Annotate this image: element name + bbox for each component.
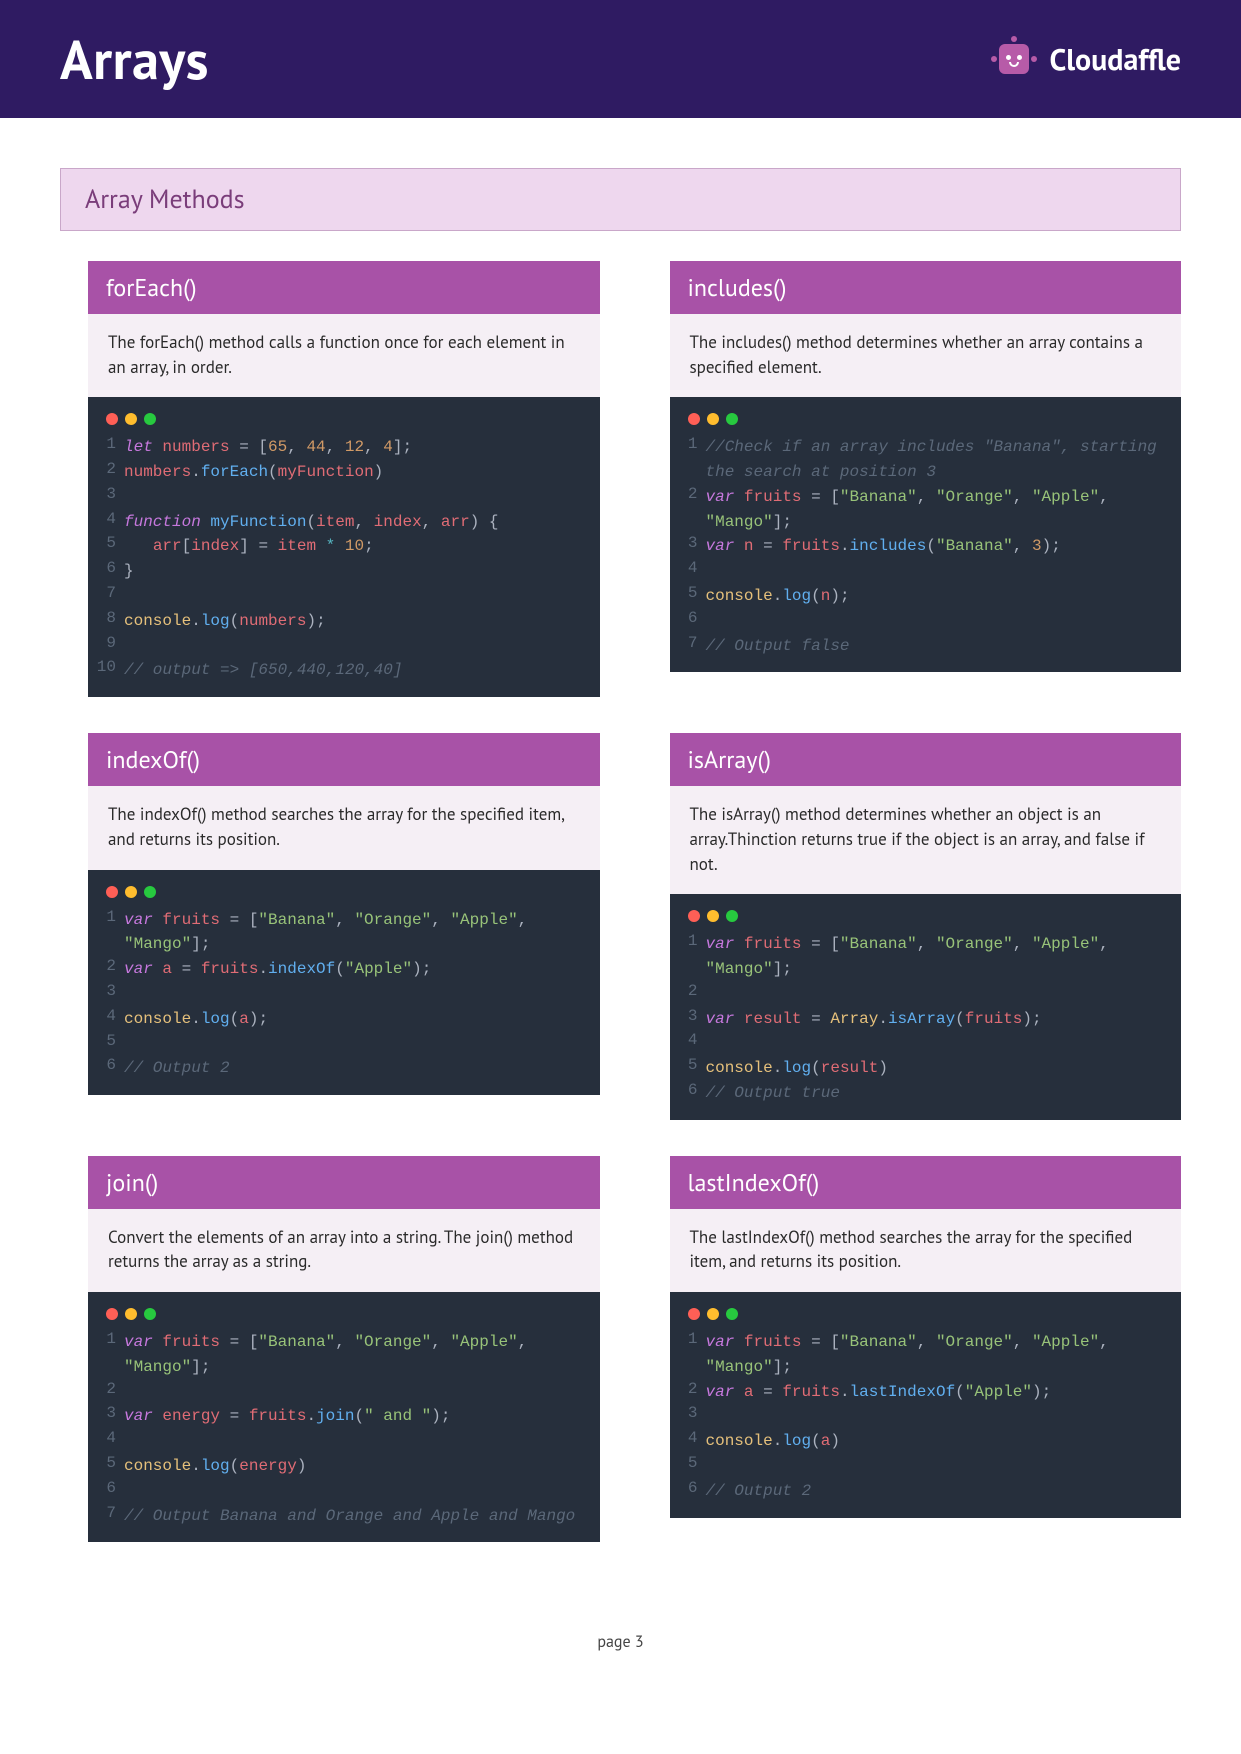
code-block: 1var fruits = ["Banana", "Orange", "Appl… (88, 1292, 600, 1542)
code-line: 1var fruits = ["Banana", "Orange", "Appl… (88, 908, 600, 958)
code-line: 1var fruits = ["Banana", "Orange", "Appl… (670, 932, 1182, 982)
code-block: 1let numbers = [65, 44, 12, 4];2numbers.… (88, 397, 600, 697)
code-line: 7 (88, 584, 600, 609)
code-line: 6} (88, 559, 600, 584)
window-controls-icon (670, 906, 1182, 932)
code-line: 4console.log(a) (670, 1429, 1182, 1454)
code-line: 8console.log(numbers); (88, 609, 600, 634)
code-line: 7// Output Banana and Orange and Apple a… (88, 1504, 600, 1529)
code-block: 1var fruits = ["Banana", "Orange", "Appl… (88, 870, 600, 1096)
code-line: 1//Check if an array includes "Banana", … (670, 435, 1182, 485)
window-controls-icon (670, 1304, 1182, 1330)
code-line: 2var a = fruits.indexOf("Apple"); (88, 957, 600, 982)
page-body: Array Methods forEach()The forEach() met… (0, 118, 1241, 1612)
card-title: lastIndexOf() (670, 1156, 1182, 1209)
code-line: 6// Output true (670, 1081, 1182, 1106)
code-line: 2 (670, 982, 1182, 1007)
code-line: 3 (88, 485, 600, 510)
code-line: 4 (670, 1031, 1182, 1056)
code-line: 3var n = fruits.includes("Banana", 3); (670, 534, 1182, 559)
code-line: 6// Output 2 (670, 1479, 1182, 1504)
code-line: 1let numbers = [65, 44, 12, 4]; (88, 435, 600, 460)
code-line: 3 (670, 1404, 1182, 1429)
method-card: isArray()The isArray() method determines… (670, 733, 1182, 1120)
code-block: 1//Check if an array includes "Banana", … (670, 397, 1182, 672)
section-title: Array Methods (60, 168, 1181, 231)
card-title: includes() (670, 261, 1182, 314)
card-description: The lastIndexOf() method searches the ar… (670, 1209, 1182, 1292)
code-line: 3 (88, 982, 600, 1007)
code-line: 5console.log(result) (670, 1056, 1182, 1081)
window-controls-icon (88, 409, 600, 435)
code-line: 2var fruits = ["Banana", "Orange", "Appl… (670, 485, 1182, 535)
brand: Cloudaffle (991, 36, 1181, 82)
method-card: forEach()The forEach() method calls a fu… (88, 261, 600, 697)
code-line: 5 (670, 1454, 1182, 1479)
code-line: 2numbers.forEach(myFunction) (88, 460, 600, 485)
code-line: 5 arr[index] = item * 10; (88, 534, 600, 559)
card-title: isArray() (670, 733, 1182, 786)
method-card: join()Convert the elements of an array i… (88, 1156, 600, 1543)
window-controls-icon (88, 882, 600, 908)
method-card: lastIndexOf()The lastIndexOf() method se… (670, 1156, 1182, 1543)
page-header: Arrays Cloudaffle (0, 0, 1241, 118)
code-line: 4 (88, 1429, 600, 1454)
card-title: forEach() (88, 261, 600, 314)
code-line: 5console.log(energy) (88, 1454, 600, 1479)
code-line: 3var energy = fruits.join(" and "); (88, 1404, 600, 1429)
code-block: 1var fruits = ["Banana", "Orange", "Appl… (670, 1292, 1182, 1518)
code-line: 3var result = Array.isArray(fruits); (670, 1007, 1182, 1032)
cards-grid: forEach()The forEach() method calls a fu… (88, 261, 1181, 1542)
code-line: 2var a = fruits.lastIndexOf("Apple"); (670, 1380, 1182, 1405)
card-description: The isArray() method determines whether … (670, 786, 1182, 894)
page-footer: page 3 (0, 1612, 1241, 1682)
code-line: 6 (670, 609, 1182, 634)
card-title: indexOf() (88, 733, 600, 786)
code-line: 1var fruits = ["Banana", "Orange", "Appl… (670, 1330, 1182, 1380)
brand-logo-icon (991, 36, 1037, 82)
code-line: 6 (88, 1479, 600, 1504)
code-line: 2 (88, 1380, 600, 1405)
page-title: Arrays (60, 24, 209, 94)
code-line: 9 (88, 634, 600, 659)
card-description: The forEach() method calls a function on… (88, 314, 600, 397)
code-line: 4function myFunction(item, index, arr) { (88, 510, 600, 535)
code-line: 5 (88, 1032, 600, 1057)
code-line: 4 (670, 559, 1182, 584)
window-controls-icon (88, 1304, 600, 1330)
code-block: 1var fruits = ["Banana", "Orange", "Appl… (670, 894, 1182, 1120)
code-line: 10// output => [650,440,120,40] (88, 658, 600, 683)
card-title: join() (88, 1156, 600, 1209)
method-card: indexOf()The indexOf() method searches t… (88, 733, 600, 1120)
method-card: includes()The includes() method determin… (670, 261, 1182, 697)
code-line: 5console.log(n); (670, 584, 1182, 609)
brand-name: Cloudaffle (1049, 40, 1181, 79)
card-description: The indexOf() method searches the array … (88, 786, 600, 869)
code-line: 4console.log(a); (88, 1007, 600, 1032)
card-description: Convert the elements of an array into a … (88, 1209, 600, 1292)
code-line: 7// Output false (670, 634, 1182, 659)
card-description: The includes() method determines whether… (670, 314, 1182, 397)
code-line: 1var fruits = ["Banana", "Orange", "Appl… (88, 1330, 600, 1380)
window-controls-icon (670, 409, 1182, 435)
code-line: 6// Output 2 (88, 1056, 600, 1081)
